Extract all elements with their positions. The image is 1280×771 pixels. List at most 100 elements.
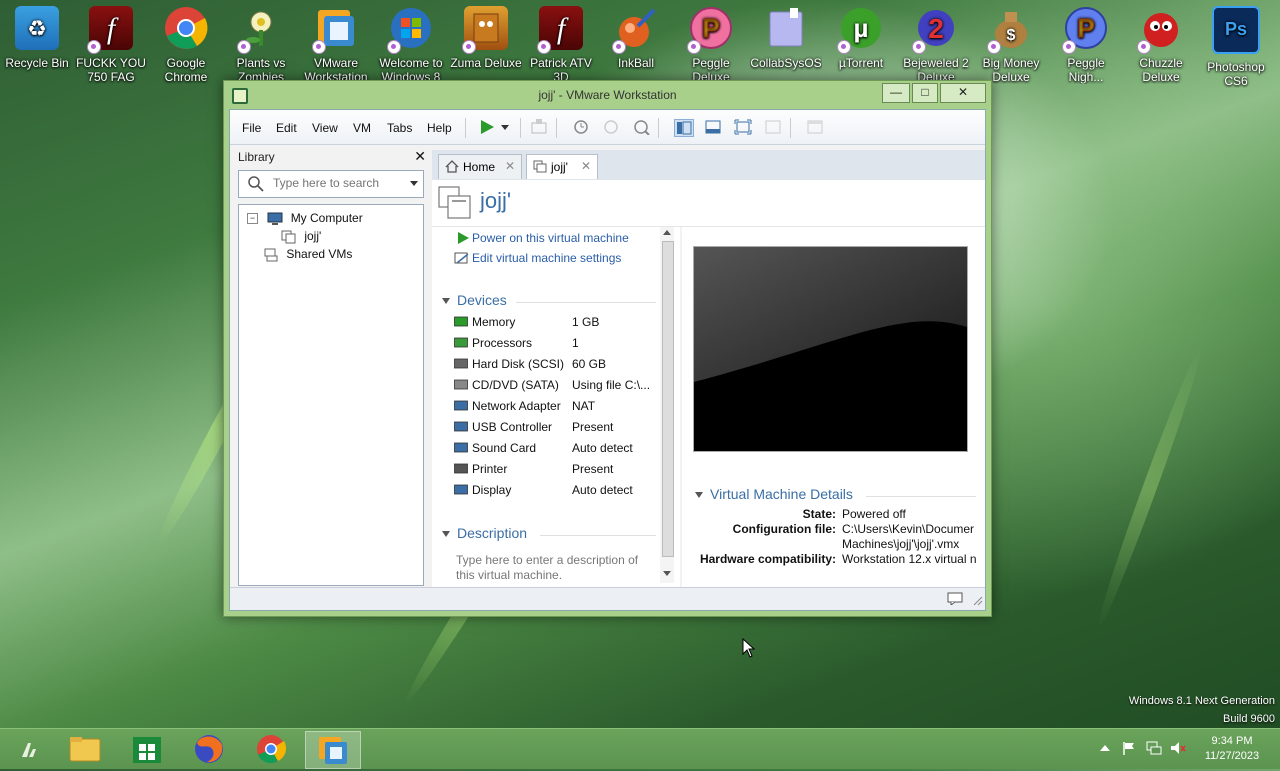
- tab-close-icon[interactable]: ✕: [505, 159, 515, 173]
- desktop-icon-welcome[interactable]: Welcome to Windows 8: [375, 4, 447, 84]
- desktop-icon-inkball[interactable]: InkBall: [600, 4, 672, 84]
- desktop-icon-photoshop[interactable]: Ps Photoshop CS6: [1200, 4, 1272, 88]
- scroll-up-icon[interactable]: [663, 230, 671, 236]
- desktop-icon-peggle-nights[interactable]: P Peggle Nigh...: [1050, 4, 1122, 84]
- vmware-window: jojj' - VMware Workstation — □ ✕ File Ed…: [223, 80, 992, 617]
- full-screen-icon[interactable]: [734, 119, 752, 135]
- section-title: Description: [457, 525, 528, 541]
- hardware-compat-label: Hardware compatibility:: [699, 552, 836, 566]
- svg-text:♻: ♻: [27, 16, 47, 41]
- snapshot-manager-icon[interactable]: [632, 119, 650, 135]
- desktop-icon-utorrent[interactable]: µ µTorrent: [825, 4, 897, 84]
- snapshot-icon[interactable]: [572, 119, 590, 135]
- resize-grip-icon[interactable]: [971, 594, 983, 606]
- desktop-icon-flash[interactable]: f FUCKK YOU 750 FAG: [75, 4, 147, 84]
- device-name: Processors: [472, 336, 533, 350]
- folder-icon: [69, 737, 101, 762]
- config-value: Machines\jojj'\jojj'.vmx: [842, 537, 960, 551]
- folder-icon: [764, 6, 808, 50]
- action-center-flag-icon[interactable]: [1122, 741, 1136, 755]
- tree-item-vm[interactable]: jojj': [281, 229, 321, 244]
- start-icon[interactable]: [18, 739, 40, 761]
- vmware-icon: [312, 6, 358, 54]
- vm-preview-pane: Virtual Machine Details State: Powered o…: [682, 227, 985, 587]
- tab-vm[interactable]: jojj' ✕: [526, 154, 598, 179]
- message-icon[interactable]: [947, 592, 963, 605]
- tree-item-shared-vms[interactable]: Shared VMs: [263, 247, 352, 262]
- desktop-icon-vmware[interactable]: VMware Workstation: [300, 4, 372, 84]
- collapse-icon[interactable]: −: [247, 213, 258, 225]
- desktop-icon-chrome[interactable]: Google Chrome: [150, 4, 222, 84]
- tree-item-my-computer[interactable]: − My Computer: [247, 211, 363, 226]
- desktop-icon-chuzzle[interactable]: Chuzzle Deluxe: [1125, 4, 1197, 84]
- menu-edit[interactable]: Edit: [276, 121, 297, 135]
- scroll-down-icon[interactable]: [663, 571, 671, 577]
- network-icon[interactable]: [1146, 741, 1162, 755]
- taskbar-store[interactable]: [120, 731, 174, 767]
- chevron-up-icon[interactable]: [1100, 744, 1110, 752]
- svg-text:P: P: [702, 13, 719, 43]
- tab-close-icon[interactable]: ✕: [581, 159, 591, 173]
- tab-home[interactable]: Home ✕: [438, 154, 522, 179]
- desktop-icon-bejeweled[interactable]: 2 Bejeweled 2 Deluxe: [900, 4, 972, 84]
- description-placeholder: this virtual machine.: [456, 568, 563, 582]
- desktop-icon-patrick-atv[interactable]: f Patrick ATV 3D: [525, 4, 597, 84]
- volume-muted-icon[interactable]: [1170, 741, 1186, 755]
- taskbar-vmware[interactable]: [305, 731, 361, 769]
- peggle-icon: P: [687, 6, 733, 54]
- peggle-icon: P: [1062, 6, 1108, 54]
- desktop-icon-collabsysos[interactable]: CollabSysOS: [750, 4, 822, 84]
- tree-label: My Computer: [290, 211, 363, 225]
- menu-help[interactable]: Help: [427, 121, 452, 135]
- computer-icon: [267, 212, 283, 225]
- play-icon[interactable]: [478, 119, 496, 135]
- desktop-icon-recycle-bin[interactable]: ♻ Recycle Bin: [1, 4, 73, 84]
- menu-view[interactable]: View: [312, 121, 338, 135]
- library-title: Library: [238, 150, 275, 164]
- vm-summary-pane: Power on this virtual machine Edit virtu…: [432, 227, 680, 587]
- taskbar-chrome[interactable]: [244, 731, 298, 767]
- description-section-header[interactable]: Description: [442, 525, 527, 541]
- taskbar-firefox[interactable]: [182, 731, 236, 767]
- desktop-icon-big-money[interactable]: $ Big Money Deluxe: [975, 4, 1047, 84]
- device-value: Present: [572, 462, 614, 476]
- shared-vms-icon: [264, 248, 278, 262]
- taskbar-clock[interactable]: 9:34 PM 11/27/2023: [1200, 734, 1264, 764]
- title-bar[interactable]: jojj' - VMware Workstation — □ ✕: [224, 81, 991, 109]
- bejeweled-icon: 2: [912, 6, 958, 54]
- edit-settings-link[interactable]: Edit virtual machine settings: [472, 251, 621, 265]
- chevron-down-icon[interactable]: [500, 119, 510, 135]
- description-field[interactable]: Type here to enter a description of this…: [456, 553, 656, 583]
- desktop-icon-label: Recycle Bin: [5, 56, 69, 70]
- search-input[interactable]: [271, 175, 405, 191]
- desktop-icon-zuma[interactable]: Zuma Deluxe: [450, 4, 522, 84]
- desktop-icon-peggle-deluxe[interactable]: P Peggle Deluxe: [675, 4, 747, 84]
- menu-file[interactable]: File: [242, 121, 261, 135]
- vm-screen-thumbnail[interactable]: [693, 246, 968, 452]
- library-close-button[interactable]: ✕: [414, 148, 426, 165]
- play-icon: [458, 232, 469, 244]
- console-view-icon: [807, 120, 823, 134]
- maximize-button[interactable]: □: [912, 83, 938, 103]
- vertical-scrollbar[interactable]: [660, 227, 674, 583]
- show-library-icon[interactable]: [674, 119, 694, 137]
- vm-large-icon: [438, 186, 471, 219]
- devices-section-header[interactable]: Devices: [442, 292, 507, 308]
- menu-vm[interactable]: VM: [353, 121, 371, 135]
- vm-details-section-header[interactable]: Virtual Machine Details: [695, 486, 853, 502]
- tab-label: Home: [463, 160, 496, 174]
- chevron-down-icon[interactable]: [409, 180, 419, 188]
- svg-text:P: P: [1077, 13, 1094, 43]
- device-name: Sound Card: [472, 441, 537, 455]
- taskbar-file-explorer[interactable]: [58, 731, 112, 767]
- close-button[interactable]: ✕: [940, 83, 986, 103]
- scrollbar-thumb[interactable]: [662, 241, 674, 557]
- usb-icon: [454, 421, 468, 432]
- menu-tabs[interactable]: Tabs: [387, 121, 412, 135]
- library-search[interactable]: [238, 170, 424, 198]
- clock-date: 11/27/2023: [1204, 750, 1260, 762]
- power-on-link[interactable]: Power on this virtual machine: [472, 231, 629, 245]
- thumbnail-bar-icon[interactable]: [704, 119, 722, 135]
- desktop-icon-plants-vs-zombies[interactable]: Plants vs Zombies: [225, 4, 297, 84]
- minimize-button[interactable]: —: [882, 83, 910, 103]
